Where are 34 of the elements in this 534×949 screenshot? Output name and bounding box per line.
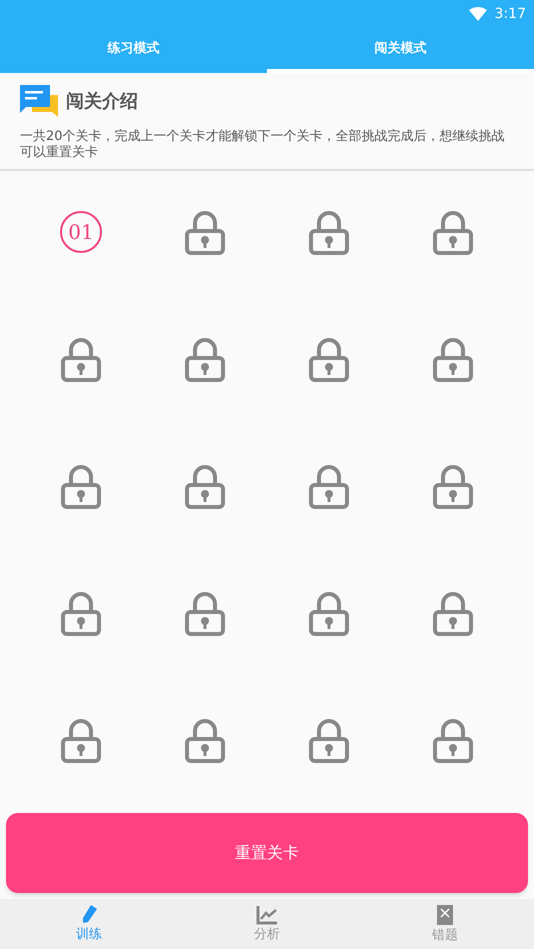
- wifi-icon: [468, 7, 487, 21]
- lock-icon[interactable]: [433, 719, 473, 763]
- lock-icon[interactable]: [61, 719, 101, 763]
- lock-icon[interactable]: [185, 211, 225, 255]
- level-button[interactable]: 01: [60, 211, 102, 253]
- lock-icon[interactable]: [61, 338, 101, 382]
- lock-icon[interactable]: [61, 592, 101, 636]
- lock-icon[interactable]: [433, 592, 473, 636]
- lock-icon[interactable]: [433, 211, 473, 255]
- reset-button[interactable]: 重置关卡: [6, 813, 528, 893]
- lock-icon[interactable]: [185, 719, 225, 763]
- intro-text: 一共20个关卡，完成上一个关卡才能解锁下一个关卡，全部挑战完成后，想继续挑战可以重置关卡: [20, 129, 506, 161]
- nav-tab[interactable]: 错题: [356, 899, 534, 949]
- lock-icon[interactable]: [433, 338, 473, 382]
- nav-tab[interactable]: 分析: [178, 899, 356, 949]
- lock-icon[interactable]: [309, 211, 349, 255]
- lock-icon[interactable]: [433, 465, 473, 509]
- status-time: 3:17: [494, 4, 526, 24]
- lock-icon[interactable]: [61, 465, 101, 509]
- lock-icon[interactable]: [309, 592, 349, 636]
- chart-icon: [256, 905, 278, 925]
- pen-icon: [81, 905, 97, 925]
- mode-tab[interactable]: 闯关模式: [267, 28, 534, 73]
- lock-icon[interactable]: [309, 719, 349, 763]
- document-x-icon: [436, 904, 454, 926]
- nav-tab[interactable]: 训练: [0, 899, 178, 949]
- chat-icon: [20, 85, 58, 117]
- lock-icon[interactable]: [185, 465, 225, 509]
- lock-icon[interactable]: [309, 465, 349, 509]
- lock-icon[interactable]: [185, 592, 225, 636]
- lock-icon[interactable]: [309, 338, 349, 382]
- intro-title: 闯关介绍: [66, 90, 138, 114]
- mode-tab[interactable]: 练习模式: [0, 28, 267, 73]
- lock-icon[interactable]: [185, 338, 225, 382]
